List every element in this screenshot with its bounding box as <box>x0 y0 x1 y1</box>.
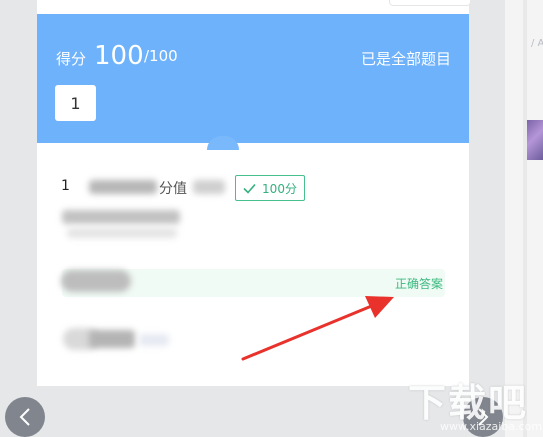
watermark-logo: 下载吧 <box>408 381 529 425</box>
watermark-url: www.xiazaiba.com <box>440 420 543 433</box>
prev-button[interactable] <box>5 397 45 437</box>
chevron-left-icon <box>19 408 30 426</box>
